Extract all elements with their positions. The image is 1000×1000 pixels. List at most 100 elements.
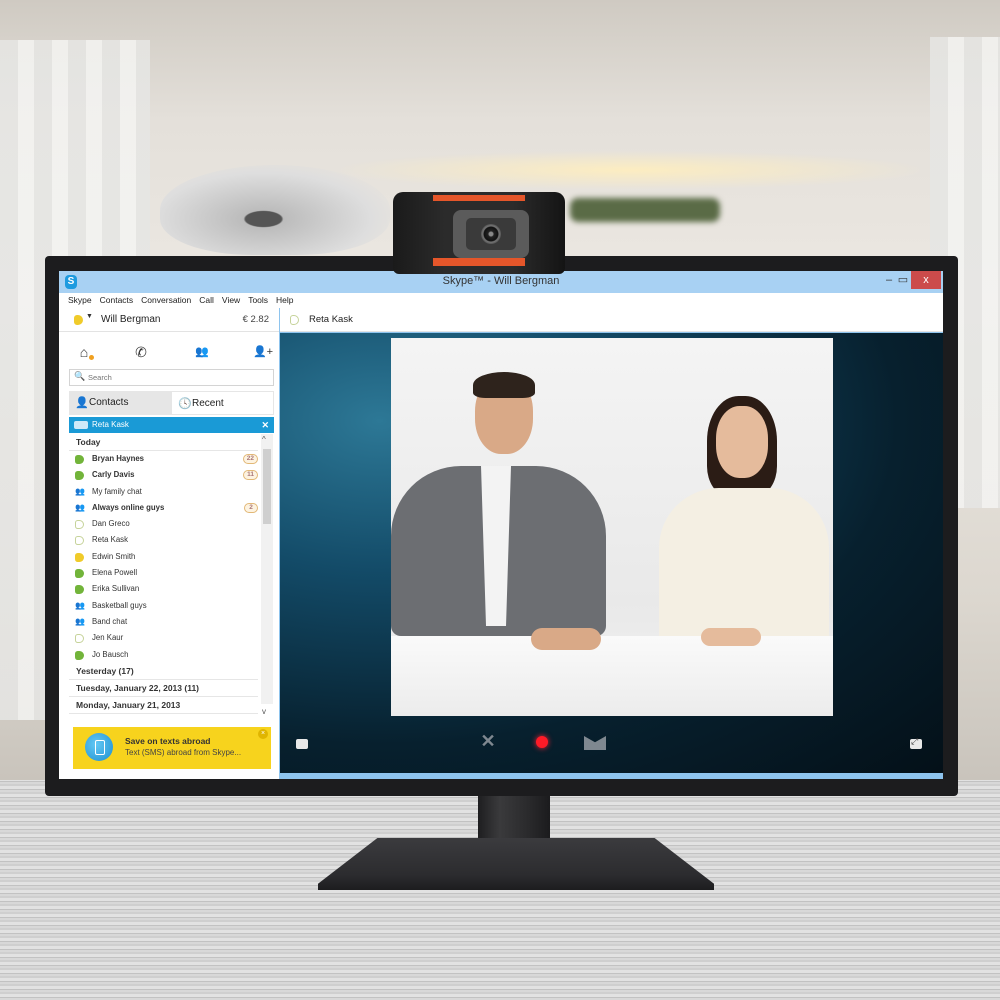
close-button[interactable]: x [911,271,941,289]
window-title: Skype™ - Will Bergman [442,275,560,287]
menu-call[interactable]: Call [199,293,214,308]
group-chat-icon: 👥 [75,502,85,512]
man-hands [531,628,601,650]
title-bar: S Skype™ - Will Bergman – ▭ x [59,271,943,293]
clock-icon: 🕓 [178,398,192,410]
menu-view[interactable]: View [222,293,240,308]
status-offline-icon [75,520,84,530]
promo-close-icon[interactable]: × [258,729,268,739]
tab-contacts-label: Contacts [89,397,129,408]
webcam-lens-housing [453,210,529,258]
promo-banner[interactable]: Save on texts abroad Text (SMS) abroad f… [73,727,271,769]
list-item[interactable]: 👥 Always online guys 2 [69,500,264,516]
maximize-button[interactable]: ▭ [895,271,911,289]
monitor-stand-base [318,838,714,890]
profile-bar: ▼ Will Bergman € 2.82 [59,308,279,332]
group-header-jan-21[interactable]: Monday, January 21, 2013 [69,697,258,714]
status-online-icon [75,471,84,481]
close-icon[interactable]: ✕ [261,417,269,433]
contact-name: Reta Kask [92,535,128,545]
tab-recent[interactable]: 🕓 Recent [171,391,274,415]
ceiling-light [330,150,930,190]
group-header-yesterday[interactable]: Yesterday (17) [69,663,258,680]
tab-contacts[interactable]: 👤 Contacts [69,391,171,415]
status-away-icon[interactable] [74,315,83,325]
status-offline-icon [75,634,84,644]
menu-skype[interactable]: Skype [68,293,92,308]
search-input[interactable] [88,371,268,384]
list-item[interactable]: Jo Bausch [69,647,264,663]
skype-window: S Skype™ - Will Bergman – ▭ x Skype Cont… [59,271,943,779]
profile-name[interactable]: Will Bergman [101,314,160,325]
contact-name: Always online guys [92,502,165,512]
list-item[interactable]: Reta Kask [69,532,264,548]
status-dropdown-chevron-icon[interactable]: ▼ [86,313,93,320]
promo-subtitle: Text (SMS) abroad from Skype... [125,748,242,757]
group-header-today[interactable]: Today [69,434,258,451]
share-screen-icon[interactable] [296,739,308,749]
group-chat-icon: 👥 [75,616,85,626]
home-icon: ⌂ [79,344,89,360]
list-item[interactable]: 👥 Band chat [69,614,264,630]
list-item[interactable]: Dan Greco [69,516,264,532]
record-icon[interactable] [536,736,548,748]
contact-name: Dan Greco [92,519,130,529]
message-envelope-icon[interactable] [584,736,606,750]
list-item[interactable]: Elena Powell [69,565,264,581]
menu-help[interactable]: Help [276,293,293,308]
video-call-area: ✕ [280,333,943,773]
list-item[interactable]: Bryan Haynes 22 [69,451,264,467]
fullscreen-icon[interactable] [910,736,922,749]
action-toolbar: ⌂ ✆ 👥 👤+ [59,338,279,368]
skype-credit[interactable]: € 2.82 [243,314,269,325]
status-online-icon [75,569,84,579]
status-online-icon [75,585,84,595]
scroll-down-chevron-icon[interactable]: v [262,707,266,716]
webcam-orange-trim-bottom [433,258,525,266]
status-online-icon [75,455,84,464]
search-box[interactable]: 🔍 [69,369,274,386]
table [391,636,833,716]
list-item[interactable]: 👥 My family chat [69,484,264,500]
conversation-header: Reta Kask [280,308,943,332]
menu-bar: Skype Contacts Conversation Call View To… [59,293,943,308]
menu-contacts[interactable]: Contacts [100,293,134,308]
active-call-name: Reta Kask [92,420,129,429]
contact-name: Jo Bausch [92,649,129,659]
create-group-button[interactable]: 👥 [190,342,214,362]
webcam-lens [481,224,501,244]
call-phone-button[interactable]: ✆ [129,342,153,362]
menu-tools[interactable]: Tools [248,293,268,308]
contact-name: Bryan Haynes [92,454,145,463]
contact-name: Erika Sullivan [92,584,140,594]
contact-name: Band chat [92,616,128,626]
scroll-up-chevron-icon[interactable]: ^ [262,435,266,444]
list-scrollbar-thumb[interactable] [263,449,271,524]
ceiling-lamp [160,165,390,255]
contact-name: My family chat [92,486,142,496]
add-contact-button[interactable]: 👤+ [249,342,277,362]
end-call-icon[interactable]: ✕ [478,731,498,751]
status-away-icon [75,552,84,562]
sidebar: ▼ Will Bergman € 2.82 ⌂ ✆ 👥 👤+ 🔍 Search … [59,308,285,779]
list-item[interactable]: 👥 Basketball guys [69,598,264,614]
webcam-orange-trim-top [433,195,525,201]
list-item[interactable]: Erika Sullivan [69,581,264,597]
status-online-icon [75,650,84,660]
plant [570,198,720,222]
menu-conversation[interactable]: Conversation [141,293,191,308]
woman-blazer [659,488,829,648]
group-header-jan-22[interactable]: Tuesday, January 22, 2013 (11) [69,680,258,697]
list-item[interactable]: Carly Davis 11 [69,467,264,483]
active-call-item[interactable]: Reta Kask ✕ [69,417,274,433]
contact-name: Elena Powell [92,568,138,578]
conversation-contact-name[interactable]: Reta Kask [309,314,353,325]
man-hair [473,372,535,398]
contact-name: Basketball guys [92,600,147,610]
webcam-lens-frame [466,218,516,250]
video-call-icon [74,421,88,429]
home-button[interactable]: ⌂ [72,342,96,362]
list-item[interactable]: Edwin Smith [69,549,264,565]
list-item[interactable]: Jen Kaur [69,630,264,646]
contact-tabs: 👤 Contacts 🕓 Recent [69,391,274,415]
